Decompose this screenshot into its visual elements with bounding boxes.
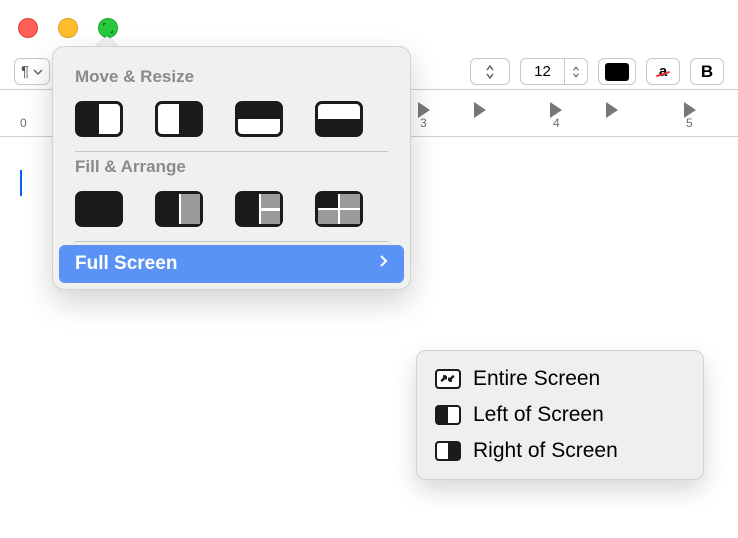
paragraph-styles-button[interactable]: ¶ — [14, 58, 50, 85]
submenu-label: Left of Screen — [473, 403, 604, 427]
submenu-left-of-screen[interactable]: Left of Screen — [425, 397, 695, 433]
bold-button[interactable]: B — [690, 58, 724, 85]
section-move-resize: Move & Resize — [53, 61, 410, 93]
bold-icon: B — [701, 62, 713, 82]
window-minimize-button[interactable] — [58, 18, 78, 38]
ruler-mark: 0 — [20, 116, 27, 130]
tab-stop-icon[interactable] — [418, 102, 430, 118]
fill-screen-button[interactable] — [75, 191, 123, 227]
window-close-button[interactable] — [18, 18, 38, 38]
text-color-button[interactable] — [598, 58, 636, 85]
fill-arrange-row — [53, 183, 410, 241]
tile-bottom-button[interactable] — [315, 101, 363, 137]
submenu-label: Entire Screen — [473, 367, 600, 391]
submenu-right-of-screen[interactable]: Right of Screen — [425, 433, 695, 469]
full-screen-submenu: Entire Screen Left of Screen Right of Sc… — [416, 350, 704, 480]
font-size-stepper[interactable]: 12 — [520, 58, 588, 85]
tab-stop-icon[interactable] — [684, 102, 696, 118]
ruler-mark: 3 — [420, 116, 427, 130]
submenu-entire-screen[interactable]: Entire Screen — [425, 361, 695, 397]
move-resize-row — [53, 93, 410, 151]
color-swatch-icon — [605, 63, 629, 81]
arrange-quad-button[interactable] — [315, 191, 363, 227]
arrange-left-right-button[interactable] — [155, 191, 203, 227]
tab-stop-icon[interactable] — [474, 102, 486, 118]
pilcrow-icon: ¶ — [21, 63, 29, 80]
ruler-mark: 5 — [686, 116, 693, 130]
strikethrough-color-button[interactable]: a — [646, 58, 680, 85]
strike-a-icon: a — [659, 63, 667, 80]
tab-stop-icon[interactable] — [606, 102, 618, 118]
left-of-screen-icon — [435, 405, 461, 425]
updown-chevron-icon — [485, 63, 495, 81]
window-zoom-button[interactable] — [98, 18, 118, 38]
tile-top-button[interactable] — [235, 101, 283, 137]
full-screen-label: Full Screen — [75, 253, 177, 275]
font-size-stepper-button[interactable] — [564, 58, 588, 85]
window-zoom-popover: Move & Resize Fill & Arrange Full Screen — [52, 46, 411, 290]
ruler-mark: 4 — [553, 116, 560, 130]
updown-chevron-icon — [572, 64, 580, 80]
separator — [75, 151, 388, 152]
separator — [75, 241, 388, 242]
tile-right-button[interactable] — [155, 101, 203, 137]
full-screen-row[interactable]: Full Screen — [59, 245, 404, 283]
zoom-glyph-icon — [102, 22, 114, 34]
entire-screen-icon — [435, 369, 461, 389]
text-cursor — [20, 170, 22, 196]
arrange-left-stack-button[interactable] — [235, 191, 283, 227]
section-fill-arrange: Fill & Arrange — [53, 151, 410, 183]
chevron-right-icon — [378, 253, 388, 275]
tile-left-button[interactable] — [75, 101, 123, 137]
submenu-label: Right of Screen — [473, 439, 618, 463]
tab-stop-icon[interactable] — [550, 102, 562, 118]
right-of-screen-icon — [435, 441, 461, 461]
chevron-down-icon — [33, 67, 43, 77]
font-size-value[interactable]: 12 — [520, 58, 564, 85]
font-selector-button[interactable] — [470, 58, 510, 85]
